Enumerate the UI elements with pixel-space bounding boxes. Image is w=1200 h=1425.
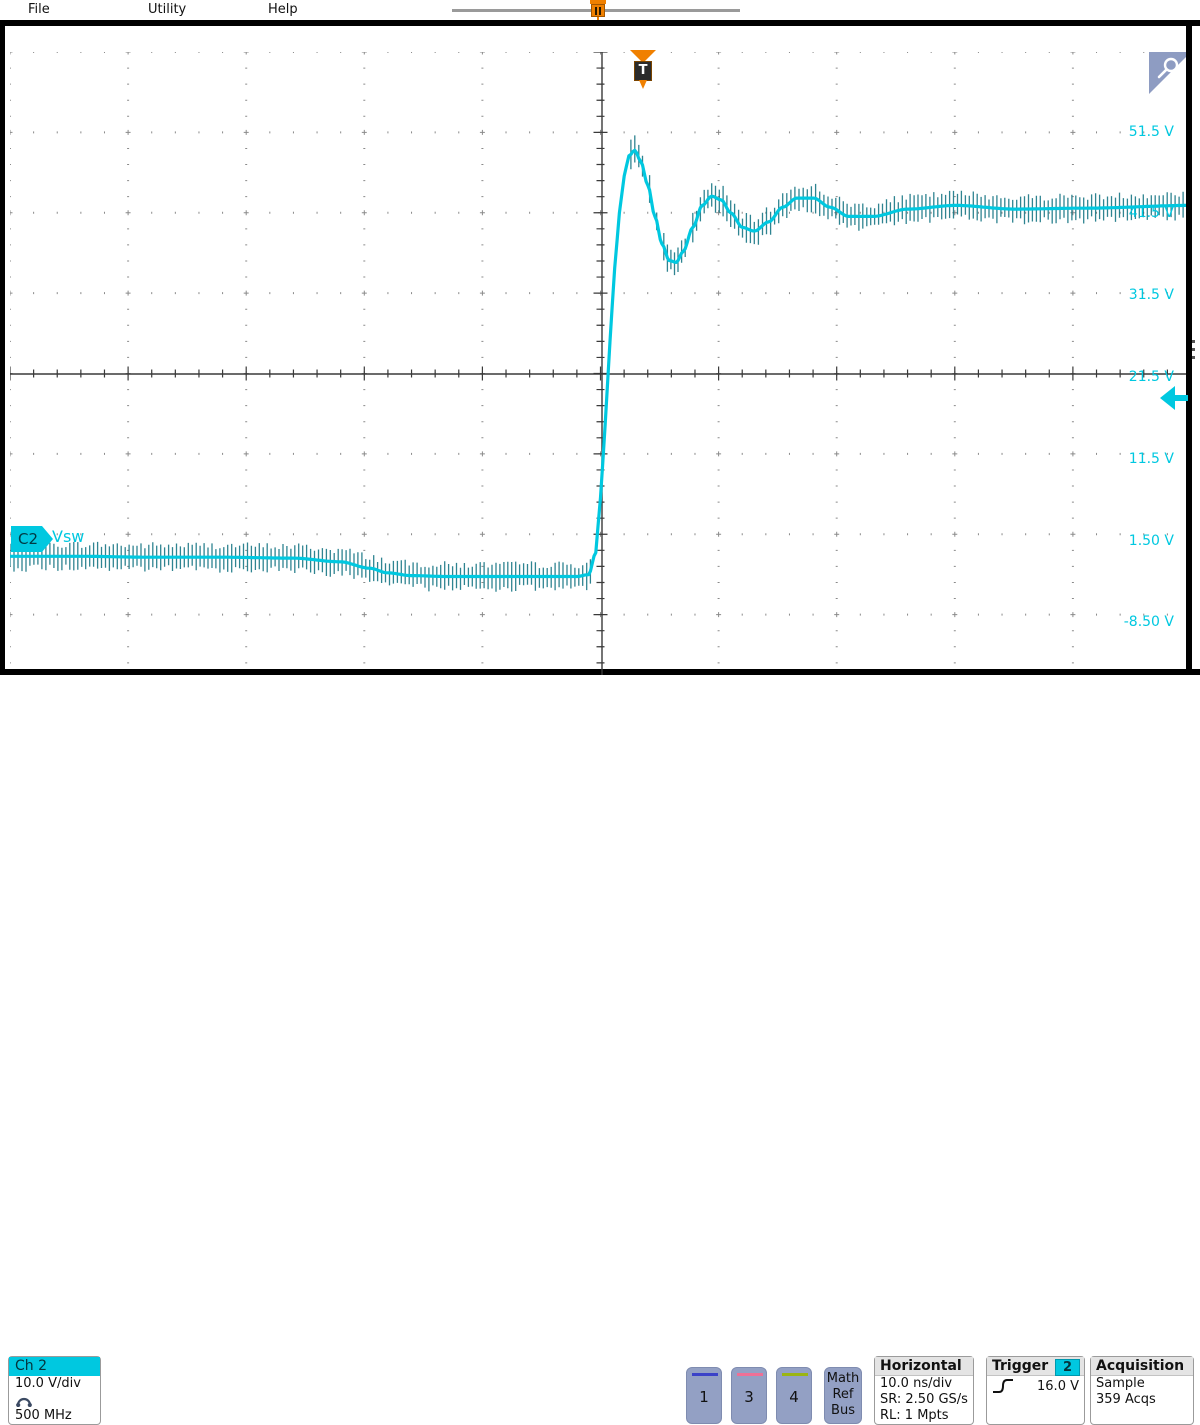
horizontal-sample-rate: SR: 2.50 GS/s [880,1392,968,1407]
grip-dot [1192,348,1195,351]
ref-label: Ref [832,1387,854,1402]
trigger-level-row: 16.0 V [987,1376,1084,1394]
trigger-settings-panel[interactable]: Trigger 2 16.0 V [986,1356,1085,1425]
voltage-label-6: -8.50 V [1123,614,1174,630]
trigger-position-marker[interactable]: T [630,50,656,92]
channel-1-label: 1 [699,1388,709,1406]
channel-3-button[interactable]: 3 [731,1367,767,1424]
level-arrow-bar [1174,395,1188,401]
display-resize-grip[interactable] [1192,340,1196,364]
graticule [10,52,1191,695]
voltage-label-0: 51.5 V [1128,124,1174,140]
voltage-label-5: 1.50 V [1128,533,1174,549]
acquisition-settings-panel[interactable]: Acquisition Sample 359 Acqs [1090,1356,1194,1425]
channel-4-button[interactable]: 4 [776,1367,812,1424]
acquisition-mode: Sample [1096,1376,1145,1391]
magnifier-icon [1157,57,1179,79]
bus-label: Bus [831,1403,855,1418]
rising-edge-icon [993,1379,1013,1393]
channel-2-tag: C2 [11,526,43,552]
trigger-marker-label: T [635,62,651,80]
graticule-svg [10,52,1191,695]
channel-3-label: 3 [744,1388,754,1406]
voltage-label-2: 31.5 V [1128,287,1174,303]
voltage-label-1: 41.5 V [1128,205,1174,221]
grip-dot [1192,340,1195,343]
voltage-label-4: 11.5 V [1128,451,1174,467]
channel-1-color-swatch [692,1373,718,1376]
horizontal-position-slider-handle[interactable] [588,0,608,22]
horizontal-panel-title: Horizontal [875,1357,973,1376]
channel-2-bandwidth: 500 MHz [15,1408,72,1423]
trigger-panel-title: Trigger [992,1358,1049,1374]
menu-item-utility[interactable]: Utility [148,1,186,19]
horizontal-record-length: RL: 1 Mpts [880,1408,949,1423]
channel-2-settings-panel[interactable]: Ch 2 10.0 V/div 500 MHz [8,1356,101,1425]
acquisition-count: 359 Acqs [1096,1392,1156,1407]
waveform-noise-band [10,135,1191,592]
channel-3-color-swatch [737,1373,763,1376]
menu-bar: File Utility Help [0,0,1200,22]
acquisition-panel-title: Acquisition [1091,1357,1193,1376]
voltage-label-3: 21.5 V [1128,369,1174,385]
trigger-level-arrow-icon[interactable] [1160,386,1188,410]
horizontal-timebase: 10.0 ns/div [880,1376,953,1391]
trigger-source-badge[interactable]: 2 [1054,1359,1080,1376]
channel-1-button[interactable]: 1 [686,1367,722,1424]
math-ref-bus-button[interactable]: Math Ref Bus [824,1367,862,1424]
channel-2-reference-marker[interactable]: C2 [11,526,54,552]
trigger-level-value: 16.0 V [1037,1378,1079,1394]
channel-2-panel-title: Ch 2 [9,1357,100,1376]
menu-item-help[interactable]: Help [268,1,298,19]
trigger-panel-header: Trigger 2 [987,1357,1084,1376]
level-arrow-tip [1160,386,1175,410]
status-bar: Ch 2 10.0 V/div 500 MHz 1 3 4 Math Ref B… [0,675,1200,1425]
channel-2-signal-name: Vsw [52,527,85,546]
trigger-marker-box: T [634,61,652,81]
channel-2-vertical-scale: 10.0 V/div [15,1376,81,1391]
math-label: Math [826,1371,860,1386]
channel-2-tag-label: C2 [18,530,39,548]
horizontal-settings-panel[interactable]: Horizontal 10.0 ns/div SR: 2.50 GS/s RL:… [874,1356,974,1425]
probe-icon [9,1392,100,1408]
trigger-marker-pin [639,80,647,89]
zoom-button[interactable] [1149,52,1191,94]
menu-item-file[interactable]: File [28,1,50,19]
channel-4-color-swatch [782,1373,808,1376]
channel-4-label: 4 [789,1388,799,1406]
grip-dot [1192,356,1195,359]
slider-handle-body [591,4,605,17]
waveform-display[interactable]: T 51.5 V 41.5 V 31.5 V 21.5 V 11.5 V 1.5… [0,20,1200,695]
